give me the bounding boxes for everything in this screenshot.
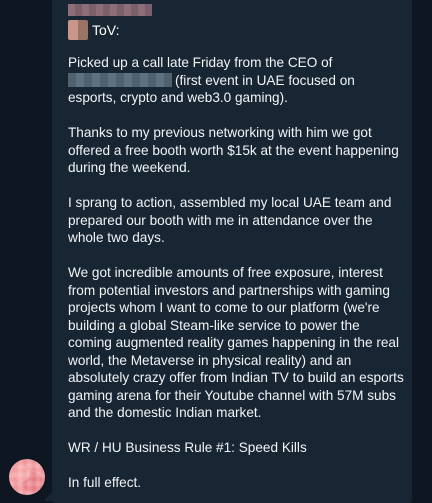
redacted-region — [68, 4, 152, 16]
message-paragraph: WR / HU Business Rule #1: Speed Kills — [68, 440, 307, 455]
user-avatar[interactable] — [9, 459, 45, 495]
message-paragraph: In full effect. — [68, 475, 142, 490]
chat-view: ToV: Picked up a call late Friday from t… — [0, 0, 432, 503]
message-bubble-tail — [44, 487, 56, 501]
message-paragraph: We got incredible amounts of free exposu… — [68, 265, 404, 420]
message-header: ToV: — [68, 20, 120, 40]
message-text: Picked up a call late Friday from the CE… — [68, 54, 404, 503]
message-paragraph: I sprang to action, assembled my local U… — [68, 195, 392, 245]
message-paragraph: Picked up a call late Friday from the CE… — [68, 54, 404, 107]
sender-avatar-icon — [68, 20, 88, 40]
paragraph-text: Picked up a call late Friday from the CE… — [68, 55, 333, 70]
message-paragraph: Thanks to my previous networking with hi… — [68, 125, 399, 175]
sender-name[interactable]: ToV: — [92, 22, 120, 38]
redacted-region — [68, 72, 172, 87]
